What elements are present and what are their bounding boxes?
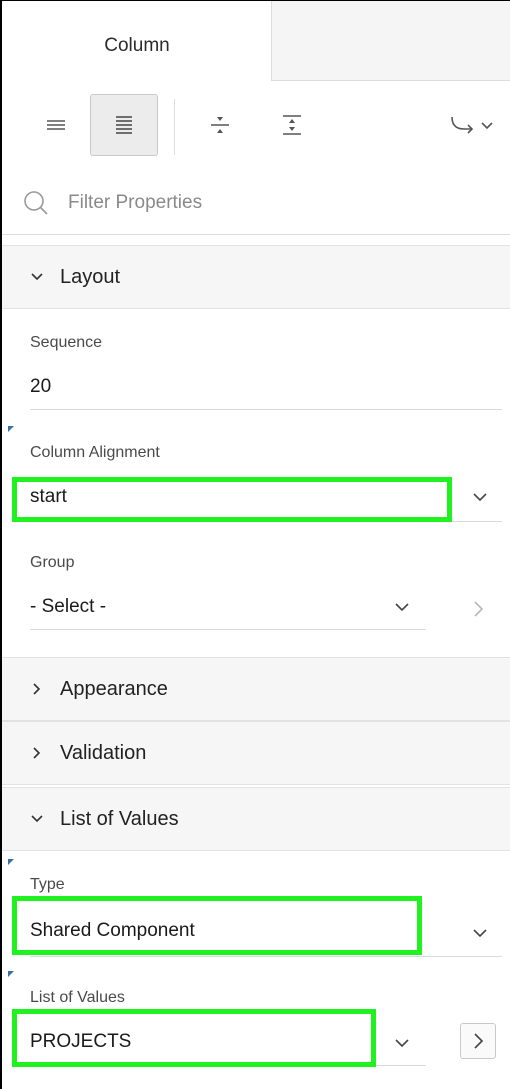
chevron-right-icon [33,747,41,759]
column-alignment-underline [30,521,502,522]
lov-name-label: List of Values [30,989,125,1006]
expand-all-icon [283,115,301,135]
group-underline [30,629,426,630]
lov-go-to-button[interactable] [460,1023,496,1059]
lov-type-select[interactable]: Shared Component [30,920,195,942]
lov-type-underline [30,956,502,957]
go-to-group-menu-button[interactable] [440,94,504,156]
chevron-down-icon [31,273,43,281]
changed-marker [8,971,14,977]
section-header-list-of-values[interactable]: List of Values [2,787,510,851]
filter-properties-input[interactable] [62,185,504,221]
group-go-to-button[interactable] [460,591,496,627]
chevron-right-icon [474,601,484,617]
group-select[interactable]: - Select - [30,596,106,618]
expand-all-button[interactable] [258,94,326,156]
section-header-validation[interactable]: Validation [2,721,510,785]
lov-name-underline [30,1065,426,1066]
lov-name-select[interactable]: PROJECTS [30,1031,131,1053]
rows-expanded-icon [116,116,132,134]
lov-type-label: Type [30,876,65,893]
highlight-box [12,477,452,522]
collapse-all-button[interactable] [186,94,254,156]
search-icon [24,191,48,215]
changed-marker [8,859,14,865]
tab-bar: Column [2,1,510,81]
group-label: Group [30,554,75,571]
tab-column[interactable]: Column [2,1,272,81]
collapse-all-icon [211,117,229,133]
go-to-menu-icon [451,116,493,134]
section-title-appearance: Appearance [60,678,168,700]
section-title-list-of-values: List of Values [60,808,179,830]
property-editor: Column Filter Properties Layout Sequence… [0,0,510,1089]
section-header-layout[interactable]: Layout [2,245,510,309]
chevron-down-icon [31,815,43,823]
toolbar-separator [174,99,175,155]
filter-bar [2,171,510,235]
sequence-underline [30,409,502,410]
chevron-down-icon[interactable] [472,927,488,939]
chevron-right-icon [33,683,41,695]
chevron-down-icon[interactable] [394,1037,410,1049]
chevron-down-icon[interactable] [394,601,410,613]
column-alignment-select[interactable]: start [30,486,67,508]
section-title-validation: Validation [60,742,147,764]
property-toolbar [2,81,510,171]
tab-column-label: Column [104,35,170,56]
section-header-appearance[interactable]: Appearance [2,657,510,721]
section-title-layout: Layout [60,266,121,288]
chevron-right-icon [474,1033,484,1049]
chevron-down-icon[interactable] [472,491,488,503]
sequence-label: Sequence [30,334,103,351]
rows-collapsed-icon [47,120,65,130]
show-common-button[interactable] [22,94,90,156]
changed-marker [8,426,14,432]
show-all-button[interactable] [90,94,158,156]
sequence-field[interactable]: 20 [30,376,51,398]
column-alignment-label: Column Alignment [30,444,160,461]
